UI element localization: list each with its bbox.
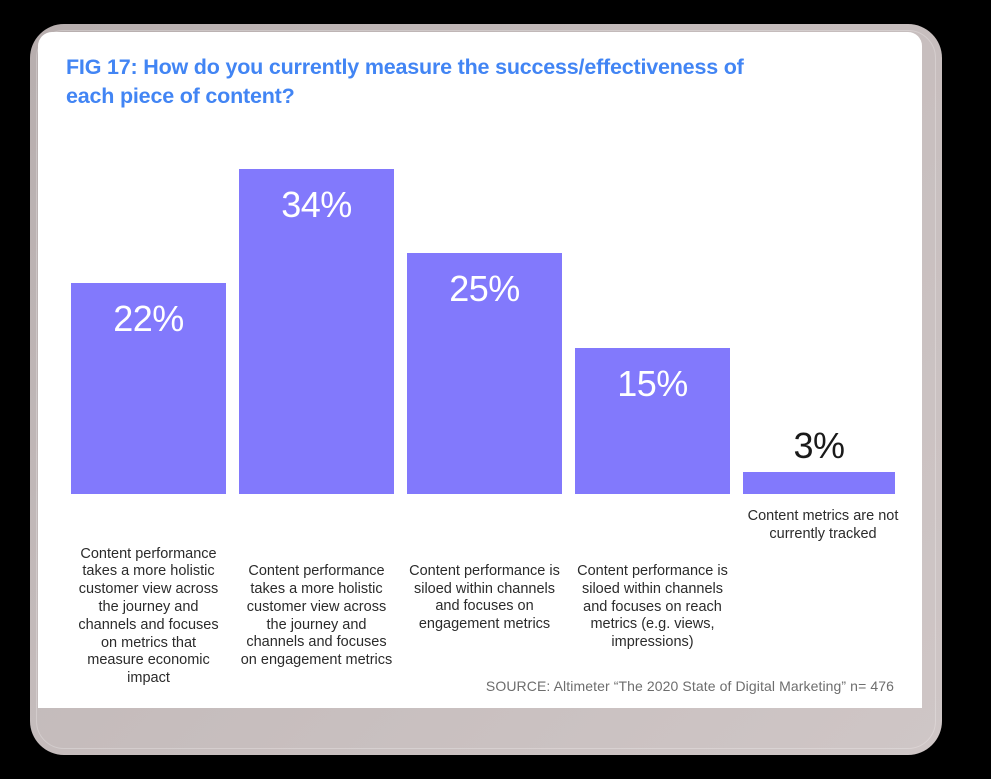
bar-value-3: 25% [449,268,520,309]
bar-4[interactable]: 15% [575,348,730,494]
bar-value-1: 22% [113,298,184,339]
category-label-5: Content metrics are not currently tracke… [747,508,899,543]
screenshot-canvas: FIG 17: How do you currently measure the… [0,0,991,779]
bar-1[interactable]: 22% [71,283,226,494]
bar-value-4: 15% [617,363,688,404]
bar-group-3: 25% Content performance is siloed within… [407,32,562,708]
category-label-4: Content performance is siloed within cha… [577,563,728,651]
bar-group-1: 22% Content performance takes a more hol… [71,32,226,708]
bar-group-4: 15% Content performance is siloed within… [575,32,730,708]
bar-5[interactable]: 3% [743,426,895,494]
bar-chart-plot: 22% Content performance takes a more hol… [38,32,922,708]
bar-value-2: 34% [281,184,352,225]
bar-group-5: 3% Content metrics are not currently tra… [743,32,898,708]
bar-3[interactable]: 25% [407,253,562,494]
bar-group-2: 34% Content performance takes a more hol… [239,32,394,708]
bar-2[interactable]: 34% [239,169,394,494]
chart-card: FIG 17: How do you currently measure the… [38,32,922,708]
category-label-3: Content performance is siloed within cha… [409,562,560,633]
source-citation: SOURCE: Altimeter “The 2020 State of Dig… [485,678,894,694]
bar-value-5: 3% [793,425,845,466]
category-label-1: Content performance takes a more holisti… [78,545,219,687]
category-label-2: Content performance takes a more holisti… [240,563,393,669]
